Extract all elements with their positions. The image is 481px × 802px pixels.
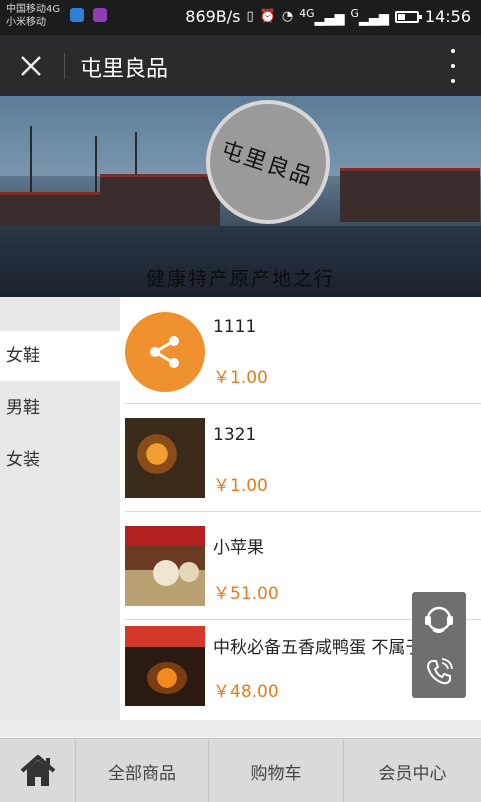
close-icon [21, 56, 41, 76]
net-speed: 869B/s [185, 7, 241, 27]
banner-house [100, 174, 220, 226]
battery-icon [394, 10, 422, 23]
nav-home[interactable] [0, 739, 76, 802]
carrier-bottom: 小米移动 [6, 17, 46, 28]
status-bar: 中国移动4G 小米移动 869B/s ▯ ⏰ ◔ 4G▂▄▆ G▂▄▆ 14:5… [0, 0, 481, 35]
product-image [125, 312, 205, 392]
notification-icon [70, 8, 84, 22]
share-icon [150, 336, 179, 368]
app-bar: 屯里良品 [0, 35, 481, 96]
logo-text: 屯里良品 [217, 137, 317, 192]
duck-egg-photo [125, 626, 205, 706]
category-sidebar: 女鞋 男鞋 女装 [0, 297, 120, 720]
product-price: ￥51.00 [213, 584, 279, 604]
brand-logo: 屯里良品 [206, 100, 330, 224]
more-dot [451, 64, 455, 68]
product-name: 1111 [213, 317, 257, 337]
product-price: ￥48.00 [213, 682, 279, 702]
banner-image[interactable]: 屯里良品 健康特产原产地之行 [0, 96, 481, 297]
nav-cart[interactable]: 购物车 [209, 739, 344, 802]
clock: 14:56 [424, 7, 471, 27]
home-icon [20, 755, 55, 786]
nav-all-products[interactable]: 全部商品 [76, 739, 209, 802]
carrier-top: 中国移动4G [6, 4, 61, 15]
carrier-info: 中国移动4G 小米移动 [6, 3, 60, 29]
pastry-photo [125, 526, 205, 606]
customer-service-button[interactable] [412, 592, 466, 645]
product-price: ￥1.00 [213, 368, 268, 388]
product-item[interactable]: 1111 ￥1.00 [120, 297, 481, 404]
alarm-icon: ⏰ [259, 9, 276, 25]
more-dot [451, 79, 455, 83]
more-dot [451, 49, 455, 53]
headset-icon [425, 606, 453, 633]
banner-pole [95, 136, 97, 196]
contact-float-panel [412, 592, 466, 698]
banner-pole [30, 126, 32, 196]
product-price: ￥1.00 [213, 476, 268, 496]
product-image [125, 526, 205, 606]
page-title: 屯里良品 [80, 57, 169, 82]
nav-member-center[interactable]: 会员中心 [344, 739, 481, 802]
more-options-button[interactable] [443, 49, 463, 83]
divider [125, 511, 481, 512]
signal-icon: G▂▄▆ [350, 7, 389, 27]
vibrate-icon: ▯ [246, 9, 254, 25]
divider [64, 53, 65, 79]
signal-icon: 4G▂▄▆ [299, 7, 345, 27]
product-name: 小苹果 [213, 538, 264, 558]
category-item-男鞋[interactable]: 男鞋 [0, 383, 120, 433]
phone-icon [426, 657, 453, 684]
product-name: 1321 [213, 425, 257, 445]
share-button[interactable] [125, 312, 205, 392]
status-icons: 869B/s ▯ ⏰ ◔ 4G▂▄▆ G▂▄▆ 14:56 [185, 7, 471, 26]
call-button[interactable] [412, 645, 466, 698]
banner-house [340, 168, 480, 222]
category-item-女装[interactable]: 女装 [0, 435, 120, 485]
product-image [125, 418, 205, 498]
spacer [0, 720, 481, 738]
wifi-icon: ◔ [281, 9, 294, 25]
salted-egg-photo [125, 418, 205, 498]
banner-slogan: 健康特产原产地之行 [145, 268, 335, 290]
product-image [125, 626, 205, 706]
divider [125, 403, 481, 404]
bottom-nav: 全部商品 购物车 会员中心 [0, 738, 481, 802]
category-item-女鞋[interactable]: 女鞋 [0, 331, 120, 381]
close-button[interactable] [10, 45, 52, 87]
notification-icon [93, 8, 107, 22]
product-item[interactable]: 1321 ￥1.00 [120, 405, 481, 512]
